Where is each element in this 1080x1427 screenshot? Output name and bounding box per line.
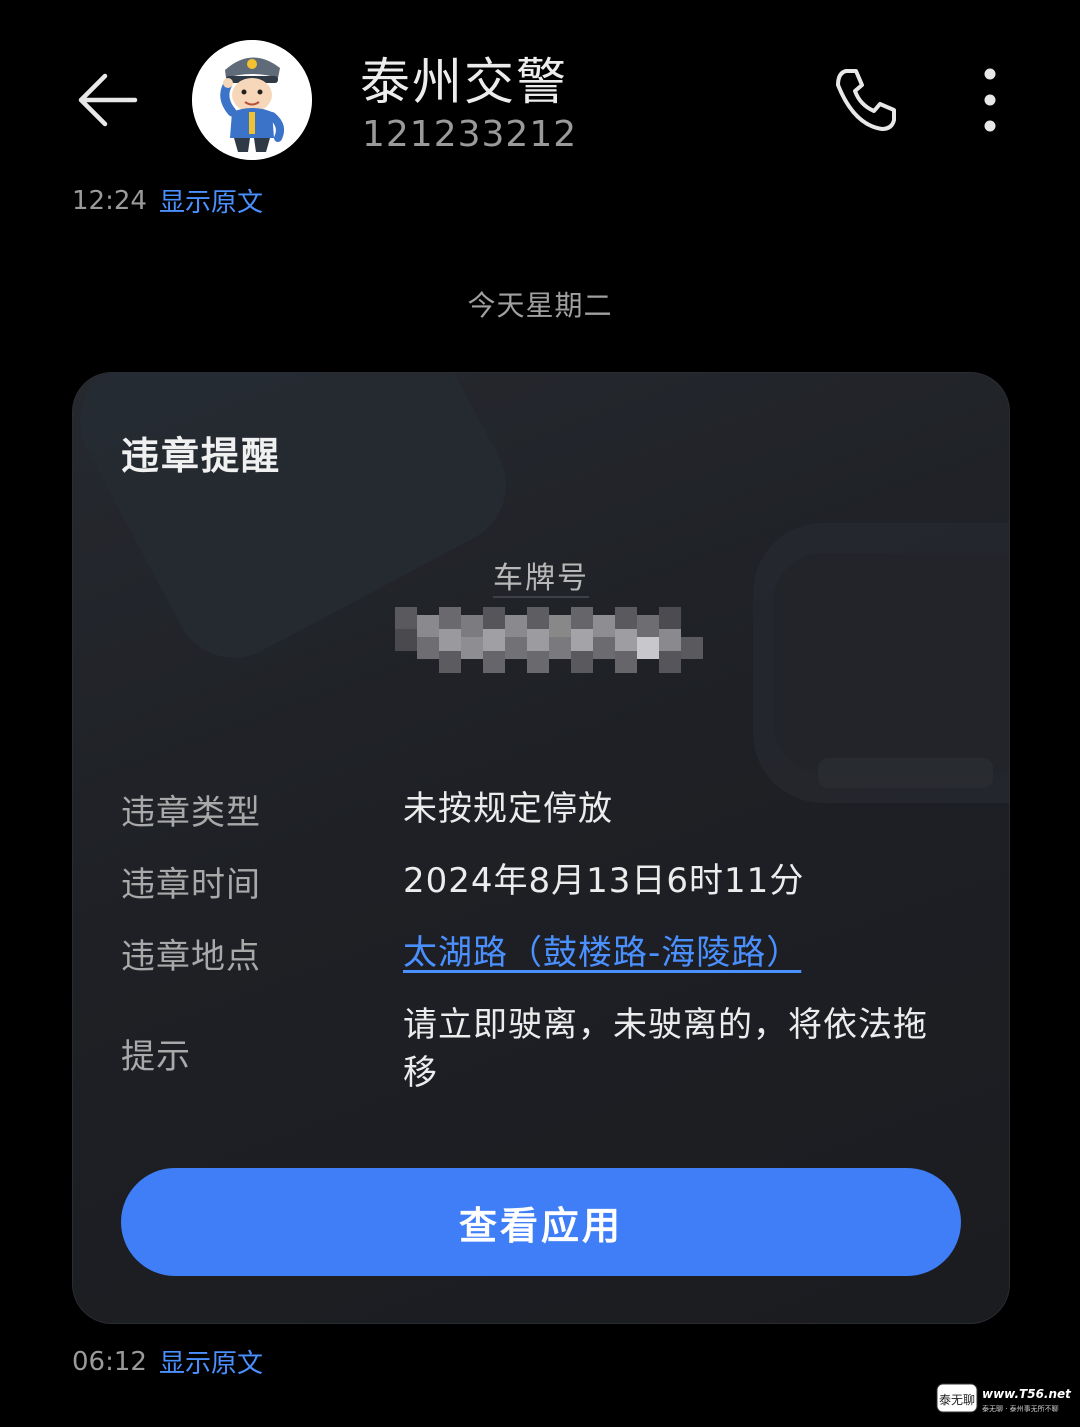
location-link[interactable]: 太湖路（鼓楼路-海陵路） [403, 929, 801, 978]
svg-text:泰无聊: 泰无聊 [939, 1393, 975, 1407]
info-value: 2024年8月13日6时11分 [403, 861, 805, 901]
show-original-link[interactable]: 显示原文 [159, 182, 263, 219]
traffic-police-avatar [192, 40, 312, 160]
show-original-link[interactable]: 显示原文 [159, 1343, 263, 1380]
card-title: 违章提醒 [121, 434, 282, 478]
svg-text:www.T56.net: www.T56.net [982, 1387, 1072, 1401]
info-row-violation-location: 违章地点 太湖路（鼓楼路-海陵路） [121, 929, 961, 978]
plate-label: 车牌号 [73, 553, 1009, 598]
back-button[interactable] [62, 55, 152, 145]
message-meta-latest: 06:12 显示原文 [72, 1343, 263, 1380]
contact-number: 121233212 [362, 114, 578, 155]
contact-avatar[interactable] [192, 40, 312, 160]
info-key: 违章地点 [121, 937, 261, 977]
message-thread-screen: 泰州交警 121233212 12:24 显示原文 今天星期二 违章提醒 车牌号 [0, 0, 1080, 1427]
message-time: 12:24 [72, 185, 147, 216]
arrow-left-icon [78, 73, 138, 127]
info-key: 提示 [121, 1037, 191, 1077]
message-meta-previous: 12:24 显示原文 [72, 182, 263, 219]
message-time: 06:12 [72, 1346, 147, 1377]
svg-text:泰无聊 · 泰州事无所不聊: 泰无聊 · 泰州事无所不聊 [982, 1404, 1059, 1413]
site-watermark-logo: 泰无聊 www.T56.net 泰无聊 · 泰州事无所不聊 [936, 1383, 1072, 1413]
info-row-violation-type: 违章类型 未按规定停放 [121, 785, 961, 834]
plate-label-text: 车牌号 [493, 561, 589, 598]
info-value: 未按规定停放 [403, 789, 613, 829]
info-key: 违章时间 [121, 865, 261, 905]
open-app-button[interactable]: 查看应用 [121, 1168, 961, 1276]
call-button[interactable] [820, 60, 910, 140]
date-separator: 今天星期二 [467, 289, 613, 322]
info-row-violation-time: 违章时间 2024年8月13日6时11分 [121, 857, 961, 906]
info-key: 违章类型 [121, 793, 261, 833]
more-vertical-icon [984, 68, 996, 132]
phone-icon [836, 69, 896, 131]
card-decoration [818, 758, 993, 788]
more-options-button[interactable] [960, 60, 1020, 140]
contact-name: 泰州交警 [360, 53, 568, 111]
info-value: 请立即驶离，未驶离的，将依法拖移 [403, 1005, 928, 1093]
violation-card[interactable]: 违章提醒 车牌号 违章类型 未按规定停放 违章时间 2024年8月13日6时11… [72, 372, 1010, 1324]
plate-number-redacted [395, 605, 705, 681]
info-row-hint: 提示 请立即驶离，未驶离的，将依法拖移 [121, 1001, 961, 1097]
